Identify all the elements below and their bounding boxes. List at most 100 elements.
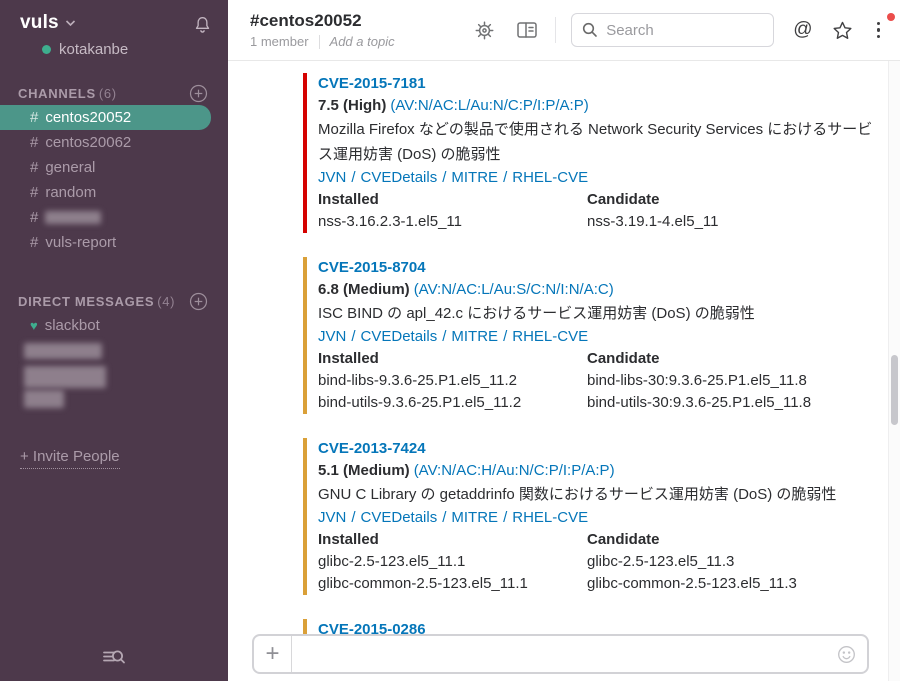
hash-icon: # (30, 134, 38, 151)
channel-label: centos20052 (45, 109, 131, 126)
add-channel-icon[interactable] (189, 84, 208, 103)
candidate-label: Candidate (587, 189, 876, 211)
cve-links: JVN/CVEDetails/MITRE/RHEL-CVE (318, 326, 811, 348)
search-box[interactable] (571, 13, 774, 47)
sidebar-item-blurred-dm[interactable] (0, 338, 228, 363)
candidate-package: nss-3.19.1-4.el5_11 (587, 211, 876, 233)
more-options-kebab-icon[interactable] (871, 20, 887, 41)
heart-icon: ♥ (30, 319, 38, 332)
add-topic-link[interactable]: Add a topic (330, 34, 395, 49)
jvn-link[interactable]: JVN (318, 509, 346, 526)
channel-label: centos20062 (45, 134, 131, 151)
channels-section: CHANNELS(6) # centos20052 # centos20062 … (0, 81, 228, 255)
cvss-vector-link[interactable]: (AV:N/AC:L/Au:N/C:P/I:P/A:P) (390, 97, 588, 114)
add-dm-icon[interactable] (189, 292, 208, 311)
attach-plus-button[interactable]: + (254, 636, 292, 672)
installed-package: nss-3.16.2.3-1.el5_11 (318, 211, 587, 233)
channel-title: #centos20052 (250, 11, 395, 31)
divider (319, 35, 320, 49)
channel-settings-gear-icon[interactable] (474, 20, 495, 41)
cvedetails-link[interactable]: CVEDetails (361, 509, 438, 526)
channel-label: vuls-report (45, 234, 116, 251)
scrollbar-thumb[interactable] (891, 355, 898, 425)
installed-label: Installed (318, 529, 587, 551)
cve-link[interactable]: CVE-2015-7181 (318, 75, 426, 92)
channel-title-block: #centos20052 1 member Add a topic (250, 11, 395, 49)
sidebar-item-blurred-channel[interactable]: # (0, 205, 228, 230)
cvedetails-link[interactable]: CVEDetails (361, 328, 438, 345)
sidebar-item-slackbot[interactable]: ♥ slackbot (0, 313, 228, 338)
cvss-vector-link[interactable]: (AV:N/AC:L/Au:S/C:N/I:N/A:C) (414, 281, 614, 298)
hash-icon: # (30, 109, 38, 126)
blurred-dm-name (24, 343, 102, 359)
jvn-link[interactable]: JVN (318, 328, 346, 345)
candidate-label: Candidate (587, 348, 811, 370)
mentions-at-icon[interactable]: @ (793, 19, 812, 41)
cvss-score: 6.8 (Medium) (318, 281, 410, 298)
workspace-header: vuls kotakanbe (0, 0, 228, 58)
candidate-label: Candidate (587, 529, 836, 551)
cve-description: GNU C Library の getaddrinfo 関数におけるサービス運用… (318, 482, 836, 507)
workspace-menu[interactable]: vuls (20, 12, 128, 34)
jvn-link[interactable]: JVN (318, 169, 346, 186)
rhel-cve-link[interactable]: RHEL-CVE (512, 328, 588, 345)
candidate-package: bind-libs-30:9.3.6-25.P1.el5_11.8 (587, 370, 811, 392)
chevron-down-icon (65, 19, 76, 27)
search-input[interactable] (606, 22, 763, 39)
cve-link[interactable]: CVE-2013-7424 (318, 440, 426, 457)
cve-link[interactable]: CVE-2015-8704 (318, 259, 426, 276)
notification-dot (887, 13, 895, 21)
sidebar-item-centos20062[interactable]: # centos20062 (0, 130, 228, 155)
cve-attachment: CVE-2015-7181 7.5 (High)(AV:N/AC:L/Au:N/… (303, 73, 900, 233)
cve-attachment: CVE-2013-7424 5.1 (Medium)(AV:N/AC:H/Au:… (303, 438, 900, 595)
installed-package: glibc-2.5-123.el5_11.1 (318, 551, 587, 573)
direct-messages-section: DIRECT MESSAGES(4) ♥ slackbot (0, 289, 228, 412)
hash-icon: # (30, 234, 38, 251)
cvedetails-link[interactable]: CVEDetails (361, 169, 438, 186)
message-input[interactable] (292, 636, 837, 672)
mitre-link[interactable]: MITRE (451, 509, 498, 526)
cve-links: JVN/CVEDetails/MITRE/RHEL-CVE (318, 167, 876, 189)
blurred-dm-name (24, 366, 106, 388)
rhel-cve-link[interactable]: RHEL-CVE (512, 509, 588, 526)
starred-items-icon[interactable] (832, 20, 853, 41)
cve-links: JVN/CVEDetails/MITRE/RHEL-CVE (318, 507, 836, 529)
channel-header: #centos20052 1 member Add a topic (228, 0, 900, 61)
notifications-bell-icon[interactable] (193, 15, 212, 40)
channels-header: CHANNELS(6) (18, 86, 117, 101)
rhel-cve-link[interactable]: RHEL-CVE (512, 169, 588, 186)
hash-icon: # (30, 184, 38, 201)
hash-icon: # (30, 209, 38, 226)
channel-search-icon[interactable] (101, 646, 127, 673)
sidebar-item-vuls-report[interactable]: # vuls-report (0, 230, 228, 255)
sidebar-item-blurred-dm[interactable] (24, 366, 228, 412)
user-presence[interactable]: kotakanbe (20, 34, 128, 58)
installed-package: bind-utils-9.3.6-25.P1.el5_11.2 (318, 392, 587, 414)
mitre-link[interactable]: MITRE (451, 328, 498, 345)
candidate-package: bind-utils-30:9.3.6-25.P1.el5_11.8 (587, 392, 811, 414)
mitre-link[interactable]: MITRE (451, 169, 498, 186)
channel-label: random (45, 184, 96, 201)
cve-attachment: CVE-2015-8704 6.8 (Medium)(AV:N/AC:L/Au:… (303, 257, 900, 414)
member-count[interactable]: 1 member (250, 34, 309, 49)
channel-label: general (45, 159, 95, 176)
blurred-channel-name (45, 211, 101, 224)
sidebar-item-random[interactable]: # random (0, 180, 228, 205)
installed-label: Installed (318, 348, 587, 370)
sidebar-item-centos20052[interactable]: # centos20052 (0, 105, 211, 130)
channel-details-pane-icon[interactable] (516, 20, 538, 40)
search-icon (582, 22, 598, 38)
installed-label: Installed (318, 189, 587, 211)
sidebar-item-general[interactable]: # general (0, 155, 228, 180)
message-composer: + (252, 634, 869, 674)
invite-people-link[interactable]: + Invite People (20, 448, 120, 469)
scrollbar-track (888, 61, 900, 681)
cvss-vector-link[interactable]: (AV:N/AC:H/Au:N/C:P/I:P/A:P) (414, 462, 615, 479)
installed-package: glibc-common-2.5-123.el5_11.1 (318, 573, 587, 595)
sidebar: vuls kotakanbe CHANNELS(6) (0, 0, 228, 681)
dm-label: slackbot (45, 317, 100, 334)
hash-icon: # (30, 159, 38, 176)
emoji-smiley-icon[interactable] (837, 645, 856, 664)
cve-description: Mozilla Firefox などの製品で使用される Network Secu… (318, 117, 876, 167)
presence-dot-icon (42, 45, 51, 54)
